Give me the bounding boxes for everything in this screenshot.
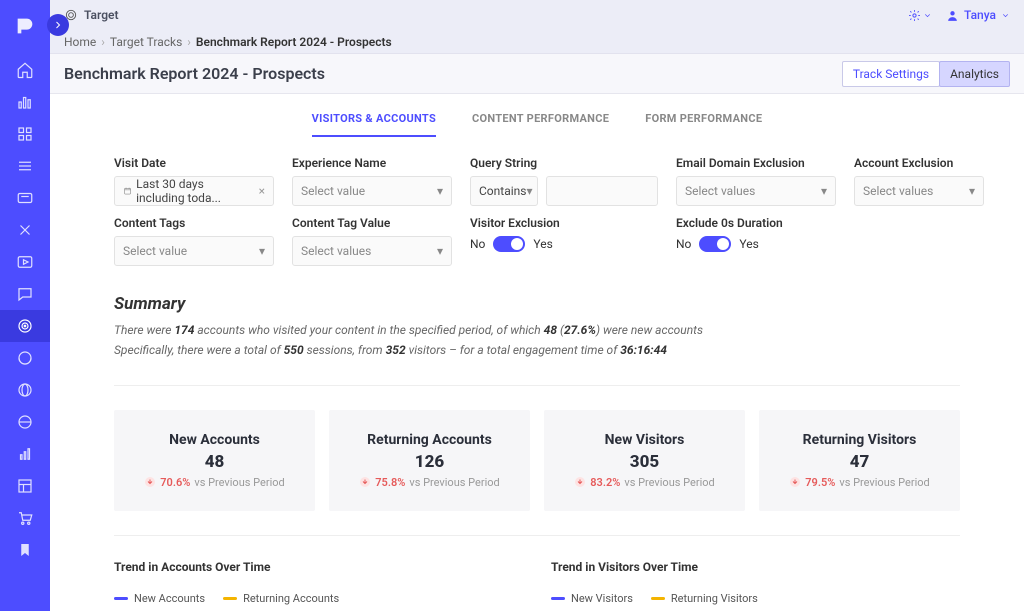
nav-tools-icon[interactable]	[0, 214, 50, 246]
visitor-exclusion-label: Visitor Exclusion	[470, 216, 658, 230]
chart-visitors-over-time: Trend in Visitors Over Time New Visitors…	[551, 560, 960, 611]
nav-stream-icon[interactable]	[0, 182, 50, 214]
nav-globe2-icon[interactable]	[0, 374, 50, 406]
content-scroll[interactable]: VISITORS & ACCOUNTS CONTENT PERFORMANCE …	[50, 94, 1024, 611]
left-sidebar	[0, 0, 50, 611]
down-arrow-icon	[359, 476, 371, 488]
down-arrow-icon	[574, 476, 586, 488]
query-string-input[interactable]	[546, 176, 658, 206]
title-bar: Benchmark Report 2024 - Prospects Track …	[50, 54, 1024, 94]
nav-target-icon[interactable]	[0, 310, 50, 342]
user-menu[interactable]: Tanya	[946, 8, 1010, 22]
breadcrumb-home[interactable]: Home	[64, 35, 96, 49]
settings-dropdown[interactable]	[908, 9, 932, 22]
query-string-text[interactable]	[555, 184, 649, 198]
nav-list-icon[interactable]	[0, 150, 50, 182]
down-arrow-icon	[789, 476, 801, 488]
experience-name-label: Experience Name	[292, 156, 452, 170]
nav-analytics-icon[interactable]	[0, 86, 50, 118]
chart-visitors-legend: New Visitors Returning Visitors	[551, 592, 960, 605]
chart-accounts-legend: New Accounts Returning Accounts	[114, 592, 523, 605]
nav-cart-icon[interactable]	[0, 502, 50, 534]
email-domain-exclusion-select[interactable]: Select values▾	[676, 176, 836, 206]
breadcrumb: Home › Target Tracks › Benchmark Report …	[50, 30, 1024, 54]
person-icon	[946, 9, 959, 22]
visitor-exclusion-toggle[interactable]	[493, 236, 525, 252]
nav-chat-icon[interactable]	[0, 278, 50, 310]
nav-play-icon[interactable]	[0, 246, 50, 278]
card-returning-accounts: Returning Accounts 126 75.8% vs Previous…	[329, 410, 530, 511]
nav-grid-icon[interactable]	[0, 118, 50, 150]
gear-icon	[908, 9, 921, 22]
summary-line-2: Specifically, there were a total of 550 …	[114, 340, 960, 360]
summary-line-1: There were 174 accounts who visited your…	[114, 320, 960, 340]
user-name: Tanya	[964, 8, 996, 22]
charts-row: Trend in Accounts Over Time New Accounts…	[114, 560, 960, 611]
chevron-down-icon	[1001, 11, 1010, 20]
down-arrow-icon	[144, 476, 156, 488]
content-tags-label: Content Tags	[114, 216, 274, 230]
nav-report-icon[interactable]	[0, 438, 50, 470]
tab-form-performance[interactable]: FORM PERFORMANCE	[645, 112, 762, 137]
analytics-button[interactable]: Analytics	[939, 61, 1010, 87]
tab-visitors-accounts[interactable]: VISITORS & ACCOUNTS	[312, 112, 436, 137]
nav-bookmark-icon[interactable]	[0, 534, 50, 566]
calendar-icon	[123, 185, 132, 197]
top-bar: Target Tanya	[50, 0, 1024, 30]
chevron-down-icon	[923, 11, 932, 20]
nav-globe3-icon[interactable]	[0, 406, 50, 438]
card-new-accounts: New Accounts 48 70.6% vs Previous Period	[114, 410, 315, 511]
content-tag-value-label: Content Tag Value	[292, 216, 452, 230]
chart-accounts-over-time: Trend in Accounts Over Time New Accounts…	[114, 560, 523, 611]
filters-panel: Visit Date Last 30 days including toda..…	[114, 156, 960, 266]
summary-heading: Summary	[114, 294, 960, 314]
query-string-operator-select[interactable]: Contains▾	[470, 176, 538, 206]
email-domain-exclusion-label: Email Domain Exclusion	[676, 156, 836, 170]
clear-date-icon[interactable]: ×	[259, 184, 265, 198]
nav-home-icon[interactable]	[0, 54, 50, 86]
content-tag-value-select[interactable]: Select values▾	[292, 236, 452, 266]
breadcrumb-tracks[interactable]: Target Tracks	[110, 35, 182, 49]
summary-block: Summary There were 174 accounts who visi…	[114, 294, 960, 361]
nav-template-icon[interactable]	[0, 470, 50, 502]
sidebar-expand-button[interactable]	[47, 14, 69, 36]
content-tags-select[interactable]: Select value▾	[114, 236, 274, 266]
visit-date-select[interactable]: Last 30 days including toda... ×	[114, 176, 274, 206]
experience-name-select[interactable]: Select value▾	[292, 176, 452, 206]
card-new-visitors: New Visitors 305 83.2% vs Previous Perio…	[544, 410, 745, 511]
track-settings-button[interactable]: Track Settings	[842, 61, 940, 87]
exclude-0s-toggle[interactable]	[699, 236, 731, 252]
nav-globe1-icon[interactable]	[0, 342, 50, 374]
account-exclusion-select[interactable]: Select values▾	[854, 176, 984, 206]
query-string-label: Query String	[470, 156, 658, 170]
module-name: Target	[84, 8, 119, 22]
breadcrumb-current: Benchmark Report 2024 - Prospects	[196, 35, 392, 49]
visit-date-label: Visit Date	[114, 156, 274, 170]
account-exclusion-label: Account Exclusion	[854, 156, 984, 170]
module-indicator: Target	[64, 8, 119, 22]
card-returning-visitors: Returning Visitors 47 79.5% vs Previous …	[759, 410, 960, 511]
page-title: Benchmark Report 2024 - Prospects	[64, 64, 325, 83]
tab-content-performance[interactable]: CONTENT PERFORMANCE	[472, 112, 609, 137]
report-tabs: VISITORS & ACCOUNTS CONTENT PERFORMANCE …	[114, 94, 960, 137]
metric-cards: New Accounts 48 70.6% vs Previous Period…	[114, 410, 960, 511]
exclude-0s-label: Exclude 0s Duration	[676, 216, 836, 230]
app-logo	[5, 6, 45, 46]
